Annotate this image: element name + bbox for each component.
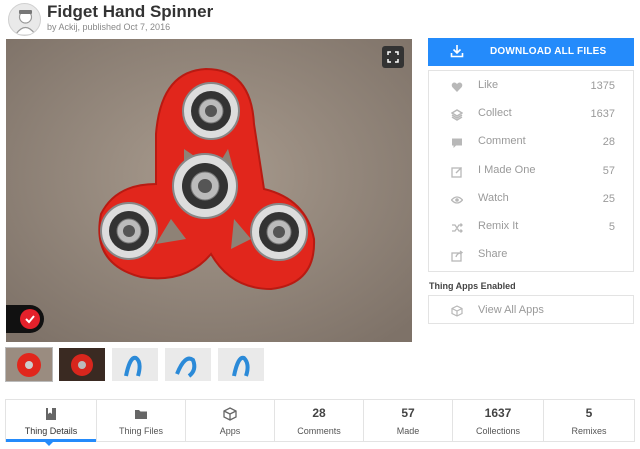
remixes-count: 5: [585, 406, 593, 420]
download-label: DOWNLOAD ALL FILES: [490, 46, 607, 57]
tab-apps[interactable]: Apps: [186, 400, 275, 441]
share-icon: [451, 249, 464, 262]
share-button[interactable]: Share: [429, 241, 635, 269]
tab-remixes[interactable]: 5 Remixes: [544, 400, 634, 441]
details-icon: [6, 407, 96, 421]
cube-icon: [451, 304, 463, 322]
thumbnail[interactable]: [59, 348, 105, 381]
check-icon: [20, 309, 40, 329]
thumbnail[interactable]: [112, 348, 158, 381]
edit-icon: [451, 165, 463, 178]
tab-bar: Thing Details Thing Files Apps 28 Commen…: [5, 399, 635, 442]
download-all-button[interactable]: DOWNLOAD ALL FILES: [428, 38, 634, 66]
collect-button[interactable]: Collect 1637: [429, 100, 635, 128]
apps-heading: Thing Apps Enabled: [429, 281, 516, 291]
watch-button[interactable]: Watch 25: [429, 185, 635, 213]
remix-count: 5: [608, 221, 615, 233]
main-image[interactable]: [6, 39, 412, 342]
eye-icon: [450, 193, 464, 205]
collect-count: 1637: [590, 108, 615, 120]
tab-thing-details[interactable]: Thing Details: [6, 400, 97, 442]
collect-icon: [450, 108, 464, 121]
tab-collections[interactable]: 1637 Collections: [453, 400, 544, 441]
comments-count: 28: [312, 406, 326, 420]
i-made-one-button[interactable]: I Made One 57: [429, 157, 635, 185]
tab-thing-files[interactable]: Thing Files: [97, 400, 186, 441]
made-count: 57: [602, 165, 615, 177]
action-list: Like 1375 Collect 1637 Comment 28 I Made…: [428, 70, 634, 272]
download-icon: [450, 44, 464, 61]
thumbnail[interactable]: [5, 347, 53, 382]
expand-icon[interactable]: [382, 46, 404, 68]
remix-icon: [451, 221, 463, 233]
remix-button[interactable]: Remix It 5: [429, 213, 635, 241]
header: Fidget Hand Spinner by Ackij, published …: [0, 0, 640, 38]
like-button[interactable]: Like 1375: [429, 72, 635, 100]
comment-icon: [451, 136, 463, 148]
page-title: Fidget Hand Spinner: [47, 2, 214, 21]
heart-icon: [451, 80, 463, 92]
like-count: 1375: [590, 80, 615, 92]
tab-comments[interactable]: 28 Comments: [275, 400, 364, 441]
collections-count: 1637: [484, 406, 512, 420]
byline: by Ackij, published Oct 7, 2016: [47, 22, 171, 32]
cube-icon: [186, 407, 274, 421]
verified-badge[interactable]: [6, 305, 44, 333]
view-all-apps-button[interactable]: View All Apps: [428, 295, 634, 324]
thumbnail[interactable]: [218, 348, 264, 381]
made-count: 57: [401, 406, 415, 420]
avatar[interactable]: [8, 3, 41, 36]
thumbnail[interactable]: [165, 348, 211, 381]
comment-button[interactable]: Comment 28: [429, 128, 635, 156]
folder-icon: [97, 407, 185, 421]
active-tab-caret: [44, 441, 54, 446]
watch-count: 25: [602, 193, 615, 205]
comment-count: 28: [602, 136, 615, 148]
tab-made[interactable]: 57 Made: [364, 400, 453, 441]
